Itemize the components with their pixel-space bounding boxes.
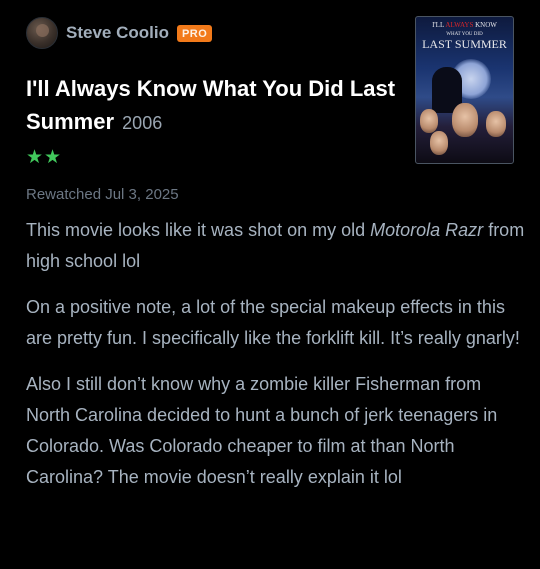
poster-title-line3: LAST SUMMER	[422, 37, 507, 51]
poster-face-art	[452, 103, 478, 137]
review-body: This movie looks like it was shot on my …	[26, 215, 526, 508]
poster-face-art	[420, 109, 438, 133]
pro-badge: PRO	[176, 24, 213, 42]
review-paragraph: This movie looks like it was shot on my …	[26, 220, 525, 271]
author-row[interactable]: Steve Coolio PRO	[26, 16, 213, 50]
poster-title: I'LL ALWAYS KNOW WHAT YOU DID LAST SUMME…	[416, 21, 513, 50]
rewatch-date: Rewatched Jul 3, 2025	[26, 186, 179, 203]
film-year[interactable]: 2006	[122, 113, 162, 133]
poster-title-line1: I'LL ALWAYS KNOW	[432, 21, 497, 29]
author-name[interactable]: Steve Coolio	[66, 23, 169, 43]
film-poster[interactable]: I'LL ALWAYS KNOW WHAT YOU DID LAST SUMME…	[415, 16, 514, 164]
review-paragraph: Also I still don’t know why a zombie kil…	[26, 374, 498, 487]
avatar[interactable]	[26, 17, 58, 49]
star-rating: ★★	[26, 147, 63, 168]
review-page: Steve Coolio PRO I'll Always Know What Y…	[0, 0, 540, 569]
film-title[interactable]: I'll Always Know What You Did Last Summe…	[26, 76, 395, 134]
poster-face-art	[486, 111, 506, 137]
review-paragraph: On a positive note, a lot of the special…	[26, 297, 520, 348]
poster-face-art	[430, 131, 448, 155]
film-title-block[interactable]: I'll Always Know What You Did Last Summe…	[26, 72, 396, 140]
